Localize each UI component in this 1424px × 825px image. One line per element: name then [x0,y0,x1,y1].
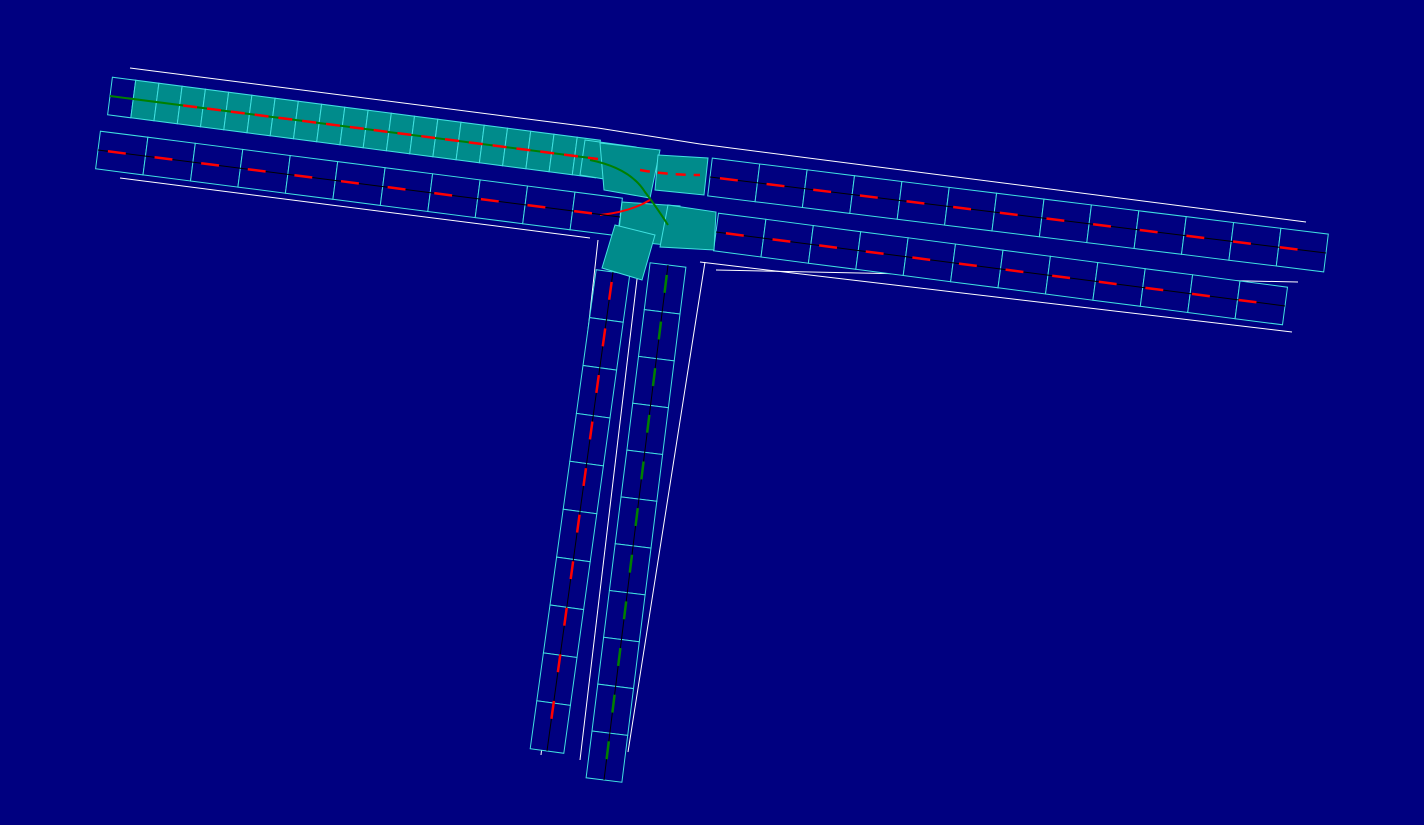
road-network-viewport [0,0,1424,825]
road-network-canvas [0,0,1424,825]
junction-cell [599,142,661,199]
junction-cell [659,204,717,251]
